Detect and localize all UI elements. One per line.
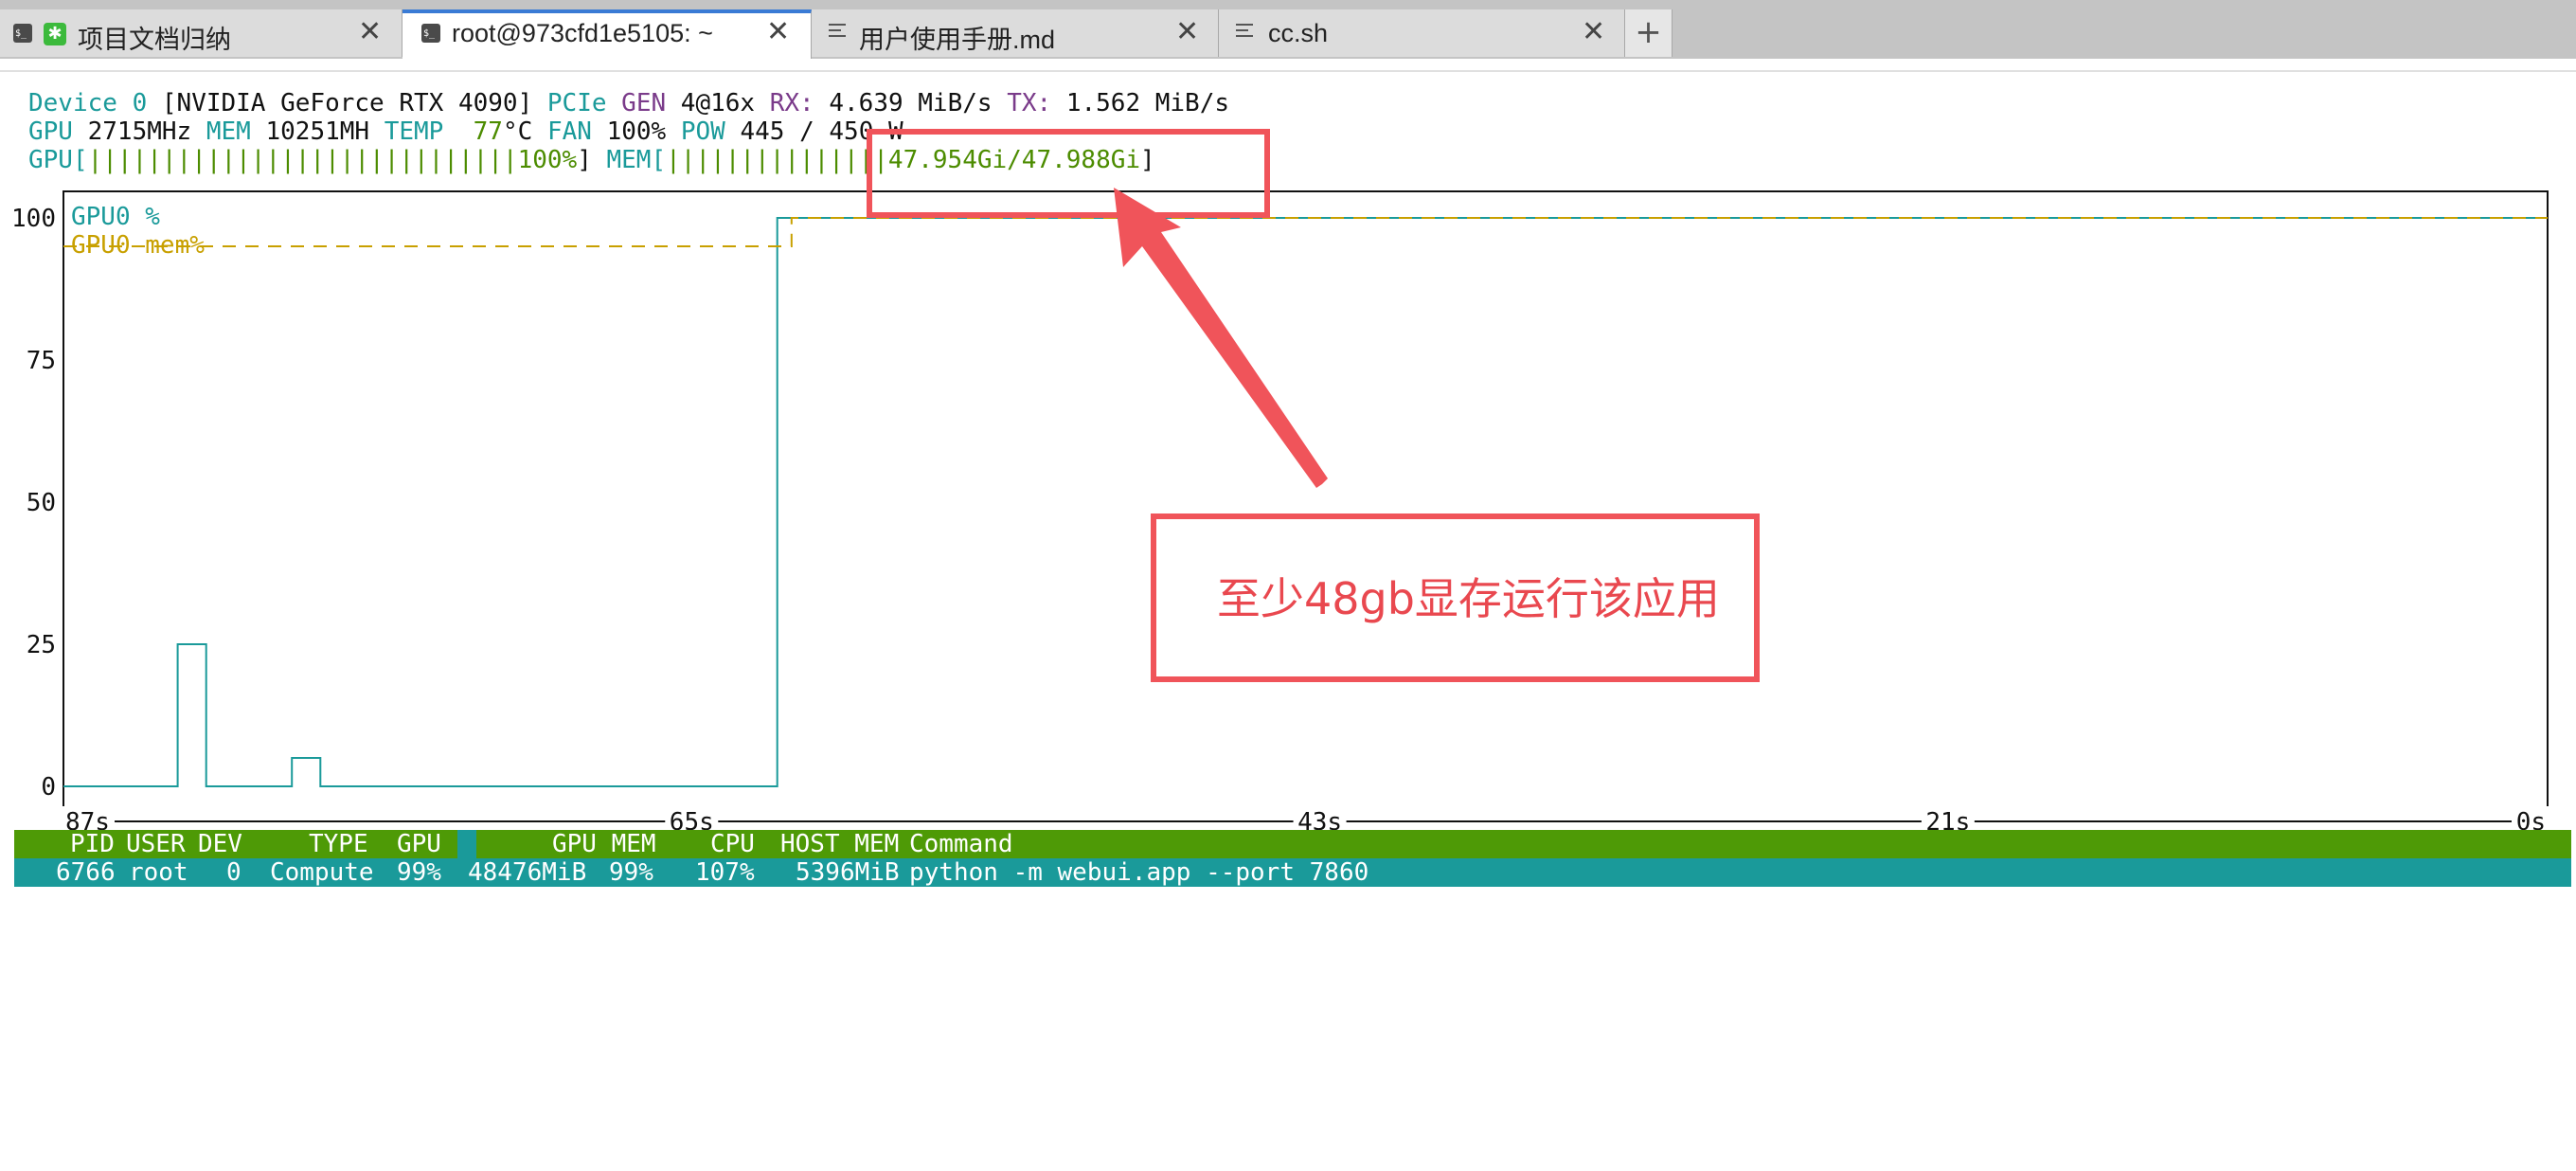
annotation-text: 至少48gb显存运行该应用 — [1217, 573, 1720, 624]
arrow-icon — [1114, 188, 1328, 488]
